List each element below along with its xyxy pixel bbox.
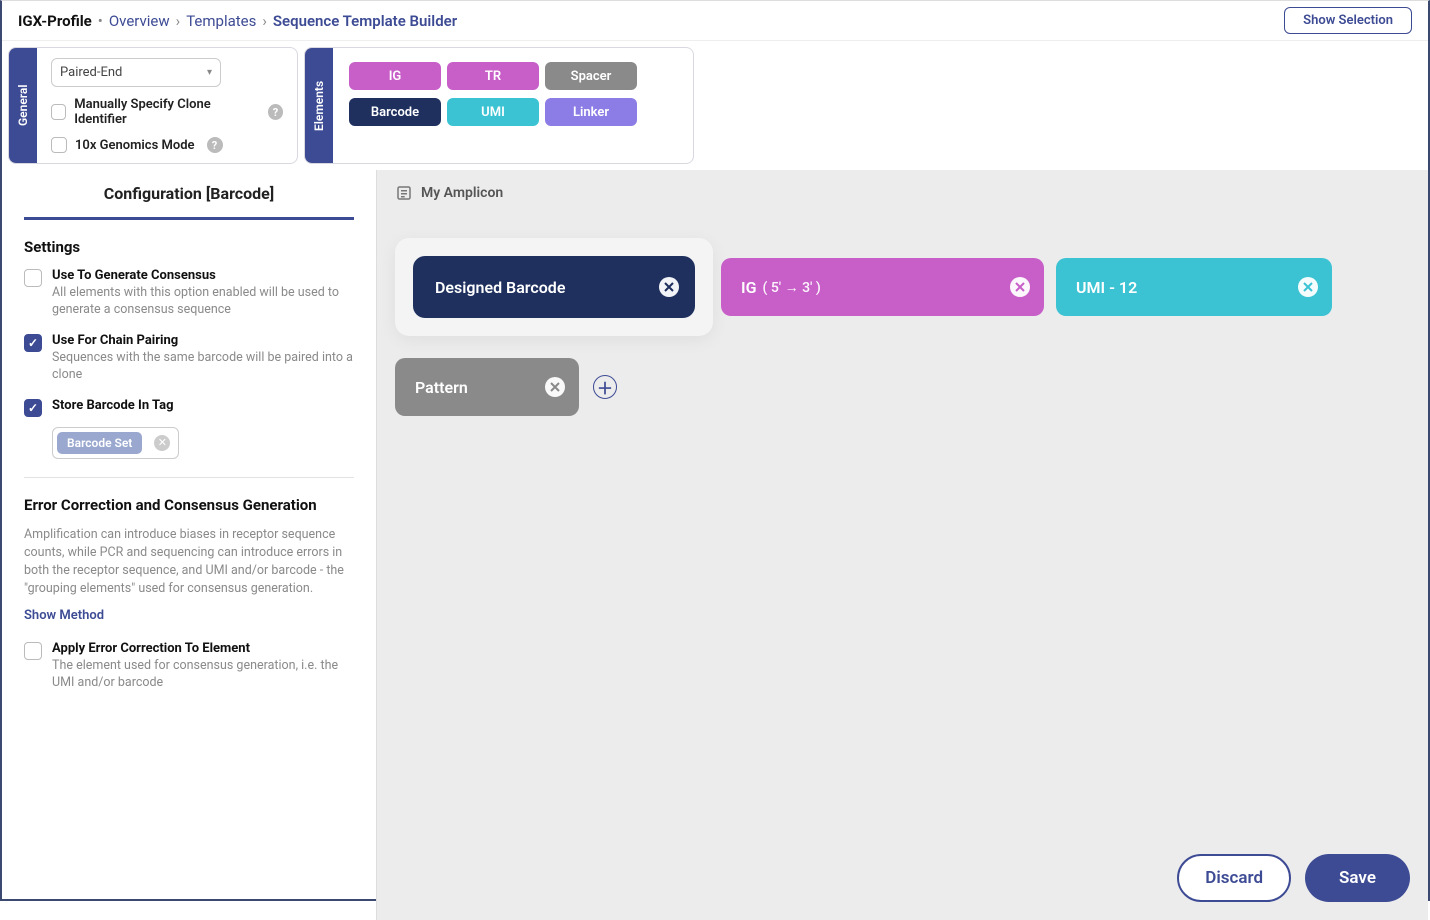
10x-mode-checkbox[interactable] [51, 137, 67, 153]
elements-tab[interactable]: Elements [305, 48, 333, 163]
block-ig[interactable]: IG( 5' → 3' ) [721, 258, 1044, 316]
use-consensus-desc: All elements with this option enabled wi… [52, 285, 354, 319]
list-icon [395, 184, 413, 202]
close-icon[interactable] [1010, 277, 1030, 297]
apply-error-correction-label: Apply Error Correction To Element [52, 641, 354, 656]
save-button[interactable]: Save [1305, 854, 1410, 902]
store-barcode-label: Store Barcode In Tag [52, 398, 174, 413]
block-pattern[interactable]: Pattern [395, 358, 579, 416]
breadcrumb-templates[interactable]: Templates [186, 12, 256, 30]
barcode-set-tagbox[interactable]: Barcode Set ✕ [52, 427, 179, 459]
paired-end-select[interactable]: Paired-End▾ [51, 58, 221, 87]
settings-heading: Settings [24, 238, 354, 256]
selected-block-slot: Designed Barcode [395, 238, 713, 336]
use-consensus-checkbox[interactable] [24, 269, 42, 287]
show-selection-button[interactable]: Show Selection [1284, 7, 1412, 34]
chain-pairing-checkbox[interactable] [24, 334, 42, 352]
block-designed-barcode[interactable]: Designed Barcode [415, 258, 693, 316]
apply-error-correction-checkbox[interactable] [24, 642, 42, 660]
breadcrumb-root: IGX-Profile [18, 12, 92, 30]
config-panel: Configuration [Barcode] Settings Use To … [2, 170, 377, 920]
element-barcode[interactable]: Barcode [349, 98, 441, 126]
element-ig[interactable]: IG [349, 62, 441, 90]
breadcrumb-overview[interactable]: Overview [109, 12, 170, 30]
close-icon[interactable] [659, 277, 679, 297]
clone-identifier-checkbox[interactable] [51, 104, 66, 120]
barcode-set-tag: Barcode Set [57, 432, 142, 454]
close-icon[interactable]: ✕ [154, 435, 170, 451]
element-umi[interactable]: UMI [447, 98, 539, 126]
discard-button[interactable]: Discard [1177, 854, 1291, 902]
topbar: IGX-Profile • Overview › Templates › Seq… [2, 1, 1428, 41]
show-method-link[interactable]: Show Method [24, 608, 104, 623]
error-correction-desc: Amplification can introduce biases in re… [24, 526, 354, 599]
element-tr[interactable]: TR [447, 62, 539, 90]
help-icon[interactable]: ? [268, 104, 283, 120]
breadcrumb: IGX-Profile • Overview › Templates › Seq… [18, 12, 457, 30]
chain-pairing-label: Use For Chain Pairing [52, 333, 354, 348]
general-panel: General Paired-End▾ Manually Specify Clo… [8, 47, 298, 164]
error-correction-heading: Error Correction and Consensus Generatio… [24, 496, 354, 514]
use-consensus-label: Use To Generate Consensus [52, 268, 354, 283]
chain-pairing-desc: Sequences with the same barcode will be … [52, 350, 354, 384]
clone-identifier-label: Manually Specify Clone Identifier [74, 97, 256, 127]
block-umi[interactable]: UMI - 12 [1056, 258, 1332, 316]
add-element-button[interactable]: ＋ [593, 375, 617, 399]
element-spacer[interactable]: Spacer [545, 62, 637, 90]
apply-error-correction-desc: The element used for consensus generatio… [52, 658, 354, 692]
general-tab[interactable]: General [9, 48, 37, 163]
config-title: Configuration [Barcode] [24, 184, 354, 220]
amplicon-title: My Amplicon [421, 185, 503, 201]
close-icon[interactable] [545, 377, 565, 397]
close-icon[interactable] [1298, 277, 1318, 297]
breadcrumb-current: Sequence Template Builder [273, 12, 457, 30]
elements-panel: Elements IG TR Spacer Barcode UMI Linker… [304, 47, 694, 164]
10x-mode-label: 10x Genomics Mode [75, 138, 195, 153]
chevron-down-icon: ▾ [207, 67, 212, 78]
help-icon[interactable]: ? [207, 137, 223, 153]
store-barcode-checkbox[interactable] [24, 399, 42, 417]
canvas: My Amplicon Designed Barcode IG( 5' → 3'… [377, 170, 1428, 920]
element-linker[interactable]: Linker [545, 98, 637, 126]
